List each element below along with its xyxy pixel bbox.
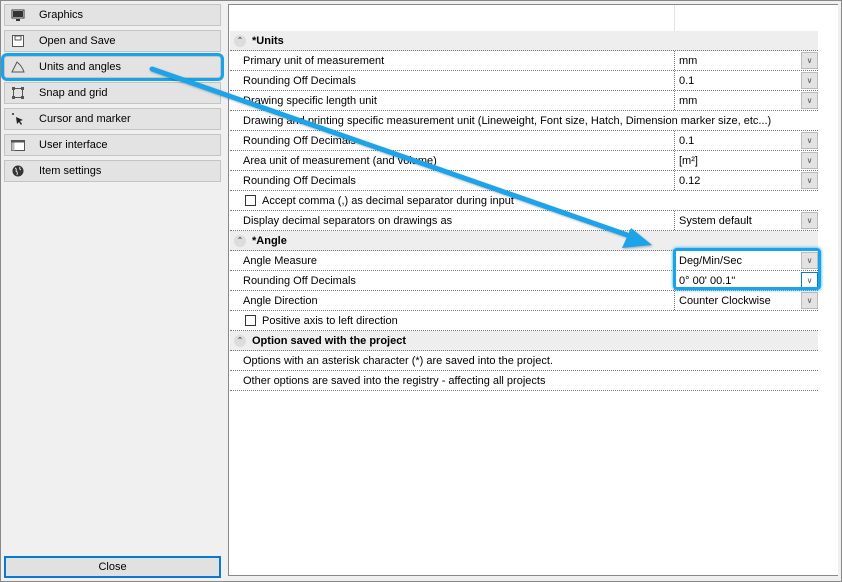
section-option-saved[interactable]: ⌃ Option saved with the project [230,331,818,351]
section-title: Option saved with the project [252,334,407,347]
property-row-accept-comma: Accept comma (,) as decimal separator du… [230,191,818,211]
scroll-area [819,5,838,575]
dropdown-value: System default [679,214,752,227]
sidebar-item-snap-and-grid[interactable]: Snap and grid [4,82,221,104]
sidebar-item-label: Item settings [39,165,102,177]
chevron-down-icon[interactable]: ∨ [801,52,818,69]
dropdown-value: mm [679,94,698,107]
chevron-down-icon[interactable]: ∨ [801,152,818,169]
dropdown-value: 0.1 [679,134,695,147]
property-row-area-unit: Area unit of measurement (and volume) [m… [230,151,818,171]
info-row: Options with an asterisk character (*) a… [230,351,818,371]
property-label: Primary unit of measurement [243,54,385,67]
property-row-positive-axis: Positive axis to left direction [230,311,818,331]
property-label: Rounding Off Decimals [243,274,356,287]
sidebar-item-open-and-save[interactable]: Open and Save [4,30,221,52]
chevron-down-icon[interactable]: ∨ [801,292,818,309]
sidebar-item-label: User interface [39,139,108,151]
info-text: Other options are saved into the registr… [243,374,546,387]
property-row-drawing-printing-unit: Drawing and printing specific measuremen… [230,111,818,131]
sidebar-item-label: Graphics [39,9,84,21]
monitor-icon [11,8,25,22]
sidebar-item-label: Cursor and marker [39,113,131,125]
chevron-down-icon[interactable]: ∨ [801,272,818,289]
section-units[interactable]: ⌃ *Units [230,31,818,51]
sidebar: Graphics Open and Save Units and angles … [1,4,224,186]
accept-comma-checkbox[interactable] [245,195,256,206]
property-label: Drawing and printing specific measuremen… [243,114,772,127]
property-row-rounding-decimals: Rounding Off Decimals 0.12 ∨ [230,171,818,191]
cursor-icon [11,112,25,126]
primary-unit-dropdown[interactable]: mm ∨ [674,51,818,70]
snap-grid-icon [11,86,25,100]
property-label: Angle Measure [243,254,317,267]
checkbox-label: Positive axis to left direction [262,314,398,327]
rounding-decimals-dropdown[interactable]: 0.12 ∨ [674,171,818,190]
area-unit-dropdown[interactable]: [m²] ∨ [674,151,818,170]
sidebar-item-item-settings[interactable]: Item settings [4,160,221,182]
sidebar-item-label: Snap and grid [39,87,108,99]
checkbox-label: Accept comma (,) as decimal separator du… [262,194,514,207]
property-label: Drawing specific length unit [243,94,377,107]
property-row-primary-unit: Primary unit of measurement mm ∨ [230,51,818,71]
sidebar-item-user-interface[interactable]: User interface [4,134,221,156]
section-title: *Angle [252,234,287,247]
sidebar-item-units-and-angles[interactable]: Units and angles [1,53,224,81]
globe-icon [11,164,25,178]
rounding-decimals-dropdown[interactable]: 0.1 ∨ [674,71,818,90]
property-label: Rounding Off Decimals [243,74,356,87]
property-grid-panel: ⌃ *Units Primary unit of measurement mm ∨ … [228,4,838,576]
angle-icon [11,60,25,74]
section-angle[interactable]: ⌃ *Angle [230,231,818,251]
property-row-angle-rounding: Rounding Off Decimals 0° 00' 00.1" ∨ [230,271,818,291]
dropdown-value: Deg/Min/Sec [679,254,742,267]
dropdown-value: [m²] [679,154,698,167]
sidebar-item-cursor-and-marker[interactable]: Cursor and marker [4,108,221,130]
display-separators-dropdown[interactable]: System default ∨ [674,211,818,230]
collapse-icon[interactable]: ⌃ [234,234,246,247]
grid-header [230,5,818,31]
property-row-rounding-decimals: Rounding Off Decimals 0.1 ∨ [230,131,818,151]
drawing-length-unit-dropdown[interactable]: mm ∨ [674,91,818,110]
close-button[interactable]: Close [4,556,221,578]
dropdown-value: 0° 00' 00.1" [679,274,736,287]
info-row: Other options are saved into the registr… [230,371,818,391]
chevron-down-icon[interactable]: ∨ [801,252,818,269]
section-title: *Units [252,34,284,47]
property-row-drawing-length-unit: Drawing specific length unit mm ∨ [230,91,818,111]
sidebar-item-graphics[interactable]: Graphics [4,4,221,26]
property-row-rounding-decimals: Rounding Off Decimals 0.1 ∨ [230,71,818,91]
sidebar-item-label: Units and angles [39,61,121,73]
chevron-down-icon[interactable]: ∨ [801,92,818,109]
chevron-down-icon[interactable]: ∨ [801,172,818,189]
floppy-disk-icon [11,34,25,48]
property-label: Display decimal separators on drawings a… [243,214,453,227]
angle-rounding-dropdown[interactable]: 0° 00' 00.1" ∨ [674,271,818,290]
property-row-angle-direction: Angle Direction Counter Clockwise ∨ [230,291,818,311]
angle-measure-dropdown[interactable]: Deg/Min/Sec ∨ [674,251,818,270]
collapse-icon[interactable]: ⌃ [234,334,246,347]
property-label: Rounding Off Decimals [243,134,356,147]
dropdown-value: mm [679,54,698,67]
window-icon [11,138,25,152]
dropdown-value: 0.12 [679,174,701,187]
sidebar-item-label: Open and Save [39,35,116,47]
property-label: Rounding Off Decimals [243,174,356,187]
chevron-down-icon[interactable]: ∨ [801,72,818,89]
positive-axis-checkbox[interactable] [245,315,256,326]
property-row-angle-measure: Angle Measure Deg/Min/Sec ∨ [230,251,818,271]
chevron-down-icon[interactable]: ∨ [801,212,818,229]
dropdown-value: 0.1 [679,74,695,87]
angle-direction-dropdown[interactable]: Counter Clockwise ∨ [674,291,818,310]
property-label: Area unit of measurement (and volume) [243,154,437,167]
property-row-display-separators: Display decimal separators on drawings a… [230,211,818,231]
property-label: Angle Direction [243,294,318,307]
chevron-down-icon[interactable]: ∨ [801,132,818,149]
info-text: Options with an asterisk character (*) a… [243,354,553,367]
collapse-icon[interactable]: ⌃ [234,34,246,47]
dropdown-value: Counter Clockwise [679,294,771,307]
property-grid: ⌃ *Units Primary unit of measurement mm ∨ … [230,5,818,391]
rounding-decimals-dropdown[interactable]: 0.1 ∨ [674,131,818,150]
